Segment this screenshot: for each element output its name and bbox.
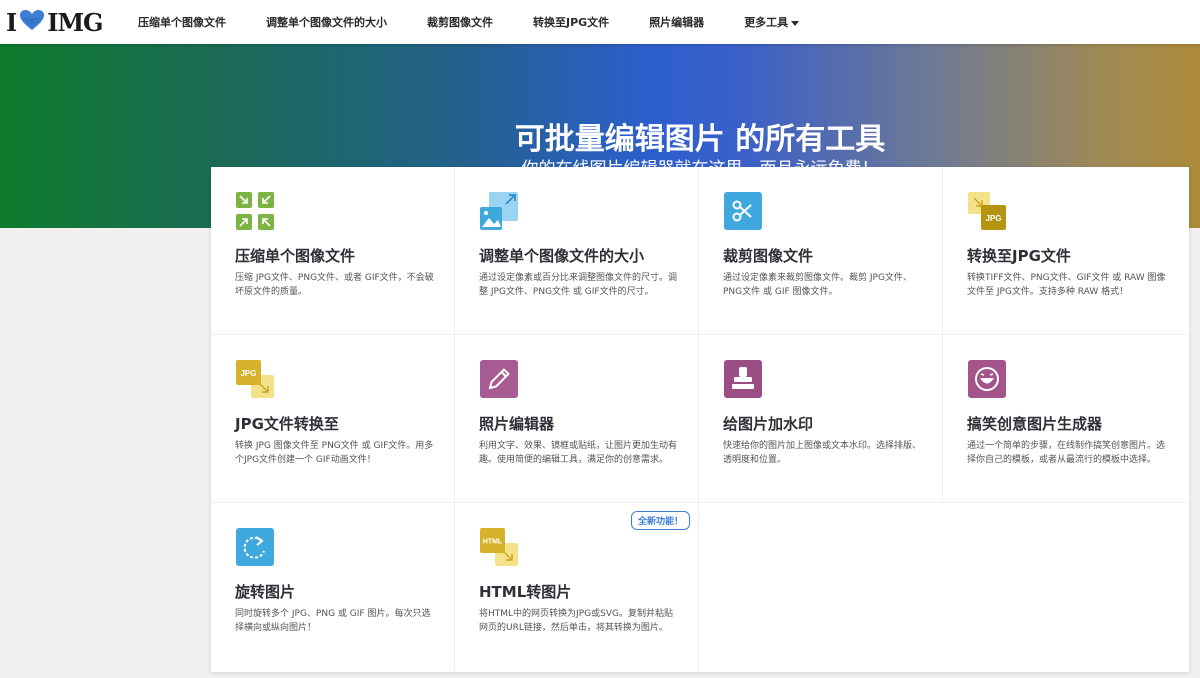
- heart-icon: [19, 8, 45, 37]
- tool-description: 同时旋转多个 JPG、PNG 或 GIF 图片。每次只选择横向或纵向图片！: [235, 609, 431, 633]
- nav-more-tools[interactable]: 更多工具: [744, 14, 800, 30]
- tool-description: 转换TIFF文件、PNG文件、GIF文件 或 RAW 图像文件至 JPG文件。支…: [967, 273, 1166, 297]
- tool-title: 压缩单个图像文件: [235, 247, 356, 265]
- tool-title: 照片编辑器: [479, 415, 555, 433]
- meme-icon: [967, 359, 1007, 399]
- crop-icon: [723, 191, 763, 231]
- tool-card-crop[interactable]: 裁剪图像文件 通过设定像素来裁剪图像文件。裁剪 JPG文件、PNG文件 或 GI…: [699, 167, 943, 335]
- tool-card-resize[interactable]: 调整单个图像文件的大小 通过设定像素或百分比来调整图像文件的尺寸。调整 JPG文…: [455, 167, 699, 335]
- tool-description: 将HTML中的网页转换为JPG或SVG。复制并粘贴网页的URL链接，然后单击，将…: [479, 609, 673, 633]
- tool-description: 转换 JPG 图像文件至 PNG文件 或 GIF文件。用多个JPG文件创建一个 …: [235, 441, 434, 465]
- convert-to-jpg-icon: JPG: [967, 191, 1007, 231]
- tool-description: 通过一个简单的步骤，在线制作搞笑创意图片。选择你自己的模板，或者从最流行的模板中…: [967, 441, 1166, 465]
- nav-convert-to-jpg[interactable]: 转换至JPG文件: [533, 14, 609, 30]
- convert-from-jpg-icon: JPG: [235, 359, 275, 399]
- tool-card-meme-generator[interactable]: 搞笑创意图片生成器 通过一个简单的步骤，在线制作搞笑创意图片。选择你自己的模板，…: [943, 335, 1187, 503]
- tool-title: 调整单个图像文件的大小: [479, 247, 645, 265]
- tools-grid: 压缩单个图像文件 压缩 JPG文件、PNG文件、或者 GIF文件，不会破坏原文件…: [211, 167, 1189, 672]
- nav-photo-editor[interactable]: 照片编辑器: [649, 14, 704, 30]
- nav-crop[interactable]: 裁剪图像文件: [427, 14, 493, 30]
- svg-text:HTML: HTML: [483, 539, 503, 546]
- caret-down-icon: [791, 20, 800, 26]
- svg-text:JPG: JPG: [240, 369, 256, 378]
- tool-card-rotate[interactable]: 旋转图片 同时旋转多个 JPG、PNG 或 GIF 图片。每次只选择横向或纵向图…: [211, 503, 455, 671]
- logo-letter: I: [6, 7, 17, 37]
- tool-card-watermark[interactable]: 给图片加水印 快速给你的图片加上图像或文本水印。选择排版、透明度和位置。: [699, 335, 943, 503]
- tool-title: HTML转图片: [479, 583, 572, 601]
- tool-title: 转换至JPG文件: [967, 247, 1071, 265]
- rotate-icon: [235, 527, 275, 567]
- tool-card-convert-to-jpg[interactable]: JPG 转换至JPG文件 转换TIFF文件、PNG文件、GIF文件 或 RAW …: [943, 167, 1187, 335]
- top-nav: I IMG 压缩单个图像文件 调整单个图像文件的大小 裁剪图像文件 转换至JPG…: [0, 0, 1200, 44]
- tool-card-compress[interactable]: 压缩单个图像文件 压缩 JPG文件、PNG文件、或者 GIF文件，不会破坏原文件…: [211, 167, 455, 335]
- tool-card-convert-from-jpg[interactable]: JPG JPG文件转换至 转换 JPG 图像文件至 PNG文件 或 GIF文件。…: [211, 335, 455, 503]
- compress-icon: [235, 191, 275, 231]
- tool-description: 利用文字、效果、镜框或贴纸，让图片更加生动有趣。使用简便的编辑工具，满足你的创意…: [479, 441, 678, 465]
- html-to-image-icon: HTML: [479, 527, 519, 567]
- svg-text:JPG: JPG: [985, 214, 1001, 223]
- tool-title: 搞笑创意图片生成器: [967, 415, 1103, 433]
- tool-description: 通过设定像素或百分比来调整图像文件的尺寸。调整 JPG文件、PNG文件 或 GI…: [479, 273, 678, 297]
- tool-card-photo-editor[interactable]: 照片编辑器 利用文字、效果、镜框或贴纸，让图片更加生动有趣。使用简便的编辑工具，…: [455, 335, 699, 503]
- tool-title: JPG文件转换至: [235, 415, 339, 433]
- resize-icon: [479, 191, 519, 231]
- hero-title: 可批量编辑图片 的所有工具: [514, 122, 886, 157]
- tool-description: 快速给你的图片加上图像或文本水印。选择排版、透明度和位置。: [723, 441, 922, 465]
- tool-title: 给图片加水印: [723, 415, 814, 433]
- tool-description: 通过设定像素来裁剪图像文件。裁剪 JPG文件、PNG文件 或 GIF 图像文件。: [723, 273, 912, 297]
- nav-compress[interactable]: 压缩单个图像文件: [138, 14, 226, 30]
- tool-card-html-to-image[interactable]: 全新功能！ HTML HTML转图片 将HTML中的网页转换为JPG或SVG。复…: [455, 503, 699, 671]
- logo-word: IMG: [47, 7, 103, 37]
- tool-title: 裁剪图像文件: [723, 247, 814, 265]
- new-feature-badge: 全新功能！: [630, 511, 690, 530]
- tool-description: 压缩 JPG文件、PNG文件、或者 GIF文件，不会破坏原文件的质量。: [235, 273, 434, 297]
- nav-more-tools-label: 更多工具: [744, 16, 789, 29]
- tool-title: 旋转图片: [235, 583, 296, 601]
- edit-icon: [479, 359, 519, 399]
- nav-resize[interactable]: 调整单个图像文件的大小: [266, 14, 387, 30]
- watermark-icon: [723, 359, 763, 399]
- logo[interactable]: I IMG: [6, 7, 104, 37]
